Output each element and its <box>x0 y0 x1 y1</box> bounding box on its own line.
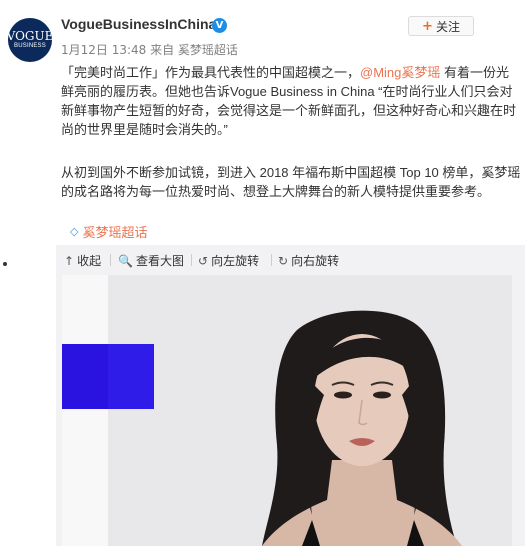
rotate-left-label: 向左旋转 <box>211 254 260 268</box>
collapse-button[interactable]: ↑ 收起 <box>64 252 101 269</box>
rotate-right-button[interactable]: ↻ 向右旋转 <box>278 252 339 269</box>
username[interactable]: VogueBusinessInChina <box>61 16 216 32</box>
avatar-logo-text: VOGUE <box>8 29 52 43</box>
view-large-button[interactable]: 🔍 查看大图 <box>118 252 184 269</box>
post-text-paragraph-2: 从初到国外不断参加试镜，到进入 2018 年福布斯中国超模 Top 10 榜单，… <box>61 165 521 199</box>
post-text-paragraph-1: 「完美时尚工作」作为最具代表性的中国超模之一，@Ming奚梦瑶 有着一份光鲜亮丽… <box>61 63 521 139</box>
topic-diamond-icon: ◇ <box>70 225 79 238</box>
topic-label: 奚梦瑶超话 <box>82 226 148 241</box>
view-large-label: 查看大图 <box>135 254 184 268</box>
topic-link[interactable]: ◇ 奚梦瑶超话 <box>70 222 147 241</box>
verified-badge-icon: V <box>212 18 227 33</box>
rotate-right-icon: ↻ <box>278 253 289 268</box>
toolbar-divider <box>110 254 111 266</box>
plus-icon: + <box>422 18 433 34</box>
collapse-label: 收起 <box>77 254 102 268</box>
avatar-logo-subtext: BUSINESS <box>14 43 46 49</box>
magnifier-icon: 🔍 <box>118 253 133 268</box>
toolbar-divider <box>271 254 272 266</box>
rotate-right-label: 向右旋转 <box>291 254 340 268</box>
follow-button[interactable]: + 关注 <box>408 16 474 36</box>
avatar[interactable]: VOGUE BUSINESS <box>8 18 52 62</box>
toolbar-divider <box>191 254 192 266</box>
mention-link[interactable]: @Ming奚梦瑶 <box>360 65 440 80</box>
list-bullet <box>3 262 7 266</box>
post-meta: 1月12日 13:48 来自 奚梦瑶超话 <box>61 43 238 57</box>
post-text-a: 「完美时尚工作」作为最具代表性的中国超模之一， <box>61 65 361 80</box>
rotate-left-icon: ↺ <box>198 253 209 268</box>
follow-label: 关注 <box>435 19 460 34</box>
post-photo[interactable] <box>62 275 512 546</box>
rotate-left-button[interactable]: ↺ 向左旋转 <box>198 252 259 269</box>
collapse-arrow-icon: ↑ <box>64 253 75 268</box>
weibo-post-card: VOGUE BUSINESS VogueBusinessInChina V + … <box>0 0 525 546</box>
model-portrait <box>262 310 462 546</box>
